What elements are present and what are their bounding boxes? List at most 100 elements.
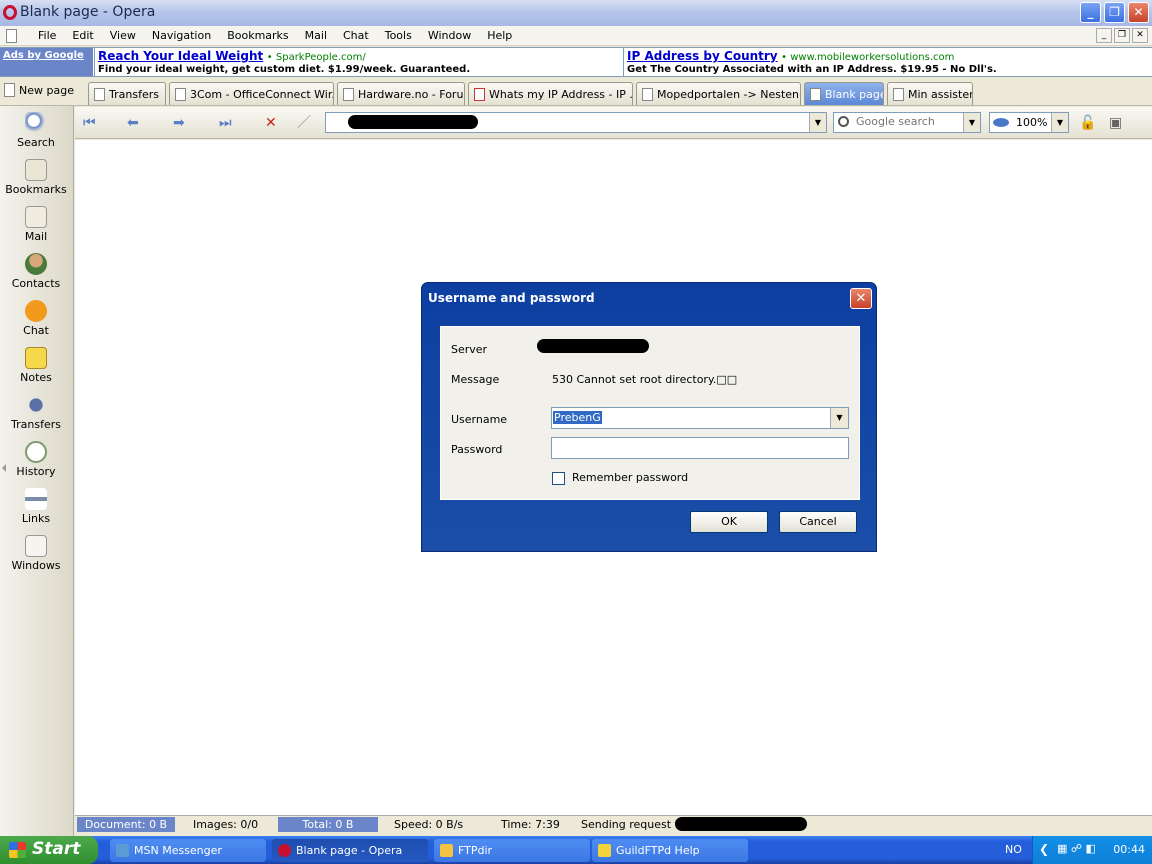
menu-help[interactable]: Help	[479, 29, 520, 42]
tab-3com[interactable]: 3Com - OfficeConnect Wir...	[169, 82, 334, 105]
lock-icon[interactable]: 🔓	[1079, 114, 1096, 132]
panel-contacts[interactable]: Contacts	[0, 253, 72, 290]
forward-button[interactable]: ➡	[173, 114, 185, 132]
tab-transfers[interactable]: Transfers	[88, 82, 166, 105]
ok-button[interactable]: OK	[690, 511, 768, 533]
ad-2-title[interactable]: IP Address by Country	[627, 49, 778, 63]
panel-label: Bookmarks	[5, 183, 67, 196]
chevron-down-icon[interactable]: ▼	[809, 113, 826, 132]
status-speed: Speed: 0 B/s	[394, 818, 464, 831]
rewind-button[interactable]: ⏮	[83, 114, 96, 132]
fast-forward-button[interactable]: ⏭	[219, 114, 232, 132]
panel-history[interactable]: History	[0, 441, 72, 478]
tab-label: Whats my IP Address - IP ...	[489, 87, 633, 101]
edit-icon[interactable]: ／	[297, 114, 311, 132]
panel-label: Mail	[24, 230, 48, 243]
message-label: Message	[451, 373, 500, 386]
start-button[interactable]: Start	[0, 836, 98, 864]
search-input[interactable]	[856, 115, 961, 128]
task-ftpdir[interactable]: FTPdir	[434, 839, 590, 862]
remember-password-label[interactable]: Remember password	[572, 471, 688, 484]
menu-window[interactable]: Window	[420, 29, 479, 42]
ad-bar: Ads by Google Reach Your Ideal Weight • …	[0, 47, 1152, 77]
menu-tools[interactable]: Tools	[377, 29, 420, 42]
panel-mail[interactable]: Mail	[0, 206, 72, 243]
window-title: Blank page - Opera	[20, 4, 156, 20]
menu-edit[interactable]: Edit	[64, 29, 101, 42]
password-field[interactable]	[551, 437, 849, 459]
panel-search[interactable]: Search	[0, 112, 72, 149]
tab-hardware-forum[interactable]: Hardware.no - Forum	[337, 82, 465, 105]
navigation-toolbar: ⏮ ⬅ ➡ ⏭ ✕ ／ ▼ ▼ 100% ▼ 🔓 ▣	[75, 107, 1152, 139]
close-button[interactable]: ✕	[1128, 2, 1149, 23]
menu-view[interactable]: View	[102, 29, 144, 42]
tab-label: Transfers	[109, 87, 159, 101]
zoom-control[interactable]: 100% ▼	[989, 112, 1069, 133]
menu-file[interactable]: File	[30, 29, 64, 42]
address-bar[interactable]: ▼	[325, 112, 827, 133]
menu-navigation[interactable]: Navigation	[144, 29, 219, 42]
status-total: Total: 0 B	[278, 817, 378, 832]
tab-label: Blank page	[825, 87, 884, 101]
username-label: Username	[451, 413, 508, 426]
dialog-panel: Server Message 530 Cannot set root direc…	[440, 326, 860, 500]
username-combo[interactable]: PrebenG ▼	[551, 407, 849, 429]
stop-button[interactable]: ✕	[265, 114, 277, 132]
page-icon	[343, 87, 354, 101]
language-indicator[interactable]: NO	[1005, 843, 1022, 856]
minimize-button[interactable]: _	[1080, 2, 1101, 23]
zoom-value: 100%	[1016, 116, 1048, 129]
status-document: Document: 0 B	[77, 817, 175, 832]
folder-icon	[440, 844, 453, 857]
cancel-button[interactable]: Cancel	[779, 511, 857, 533]
panel-chat[interactable]: Chat	[0, 300, 72, 337]
ads-by-google-link[interactable]: Ads by Google	[0, 48, 93, 76]
panel-label: Notes	[20, 371, 52, 384]
magnifier-icon	[25, 112, 47, 134]
menu-bookmarks[interactable]: Bookmarks	[219, 29, 296, 42]
server-label: Server	[451, 343, 488, 356]
panel-windows[interactable]: Windows	[0, 535, 72, 572]
tray-icons[interactable]: ▦ ☍ ◧	[1057, 842, 1096, 855]
ad-1-url: SparkPeople.com/	[275, 52, 366, 63]
task-label: MSN Messenger	[134, 844, 222, 857]
dialog-close-button[interactable]: ✕	[850, 288, 872, 309]
task-msn-messenger[interactable]: MSN Messenger	[110, 839, 266, 862]
mail-icon	[25, 206, 47, 228]
tray-expand-icon[interactable]: ❮	[1039, 842, 1049, 856]
remember-password-checkbox[interactable]	[552, 472, 565, 485]
search-engine-dropdown[interactable]: ▼	[963, 113, 980, 132]
panel-bookmarks[interactable]: Bookmarks	[0, 159, 72, 196]
chevron-down-icon[interactable]: ▼	[830, 408, 848, 428]
mdi-restore-button[interactable]: ❐	[1114, 28, 1130, 43]
tab-blank-page[interactable]: Blank page	[804, 82, 884, 105]
search-box[interactable]: ▼	[833, 112, 981, 133]
menu-mail[interactable]: Mail	[297, 29, 335, 42]
tab-min-assistent[interactable]: Min assistent	[887, 82, 973, 105]
task-opera[interactable]: Blank page - Opera	[272, 839, 428, 862]
history-icon	[25, 441, 47, 463]
username-value[interactable]: PrebenG	[553, 411, 602, 424]
mdi-close-button[interactable]: ✕	[1132, 28, 1148, 43]
panel-collapse-arrow-icon[interactable]	[2, 464, 6, 472]
menu-chat[interactable]: Chat	[335, 29, 377, 42]
new-page-button[interactable]: New page	[4, 83, 74, 97]
mdi-minimize-button[interactable]: _	[1096, 28, 1112, 43]
panel-links[interactable]: Links	[0, 488, 72, 525]
camera-icon[interactable]: ▣	[1109, 114, 1122, 132]
panel-notes[interactable]: Notes	[0, 347, 72, 384]
tab-whats-my-ip[interactable]: Whats my IP Address - IP ...	[468, 82, 633, 105]
tab-label: 3Com - OfficeConnect Wir...	[190, 87, 334, 101]
panel-label: Links	[21, 512, 51, 525]
ad-1[interactable]: Reach Your Ideal Weight • SparkPeople.co…	[94, 48, 622, 76]
panel-transfers[interactable]: Transfers	[0, 394, 72, 431]
tab-mopedportalen[interactable]: Mopedportalen -> Nesten ...	[636, 82, 801, 105]
ad-1-title[interactable]: Reach Your Ideal Weight	[98, 49, 263, 63]
zoom-dropdown[interactable]: ▼	[1051, 113, 1068, 132]
new-page-label: New page	[19, 83, 74, 97]
task-guildftpd-help[interactable]: GuildFTPd Help	[592, 839, 748, 862]
restore-button[interactable]: ❐	[1104, 2, 1125, 23]
back-button[interactable]: ⬅	[127, 114, 139, 132]
ad-2[interactable]: IP Address by Country • www.mobileworker…	[623, 48, 1152, 76]
transfers-icon	[25, 394, 47, 416]
